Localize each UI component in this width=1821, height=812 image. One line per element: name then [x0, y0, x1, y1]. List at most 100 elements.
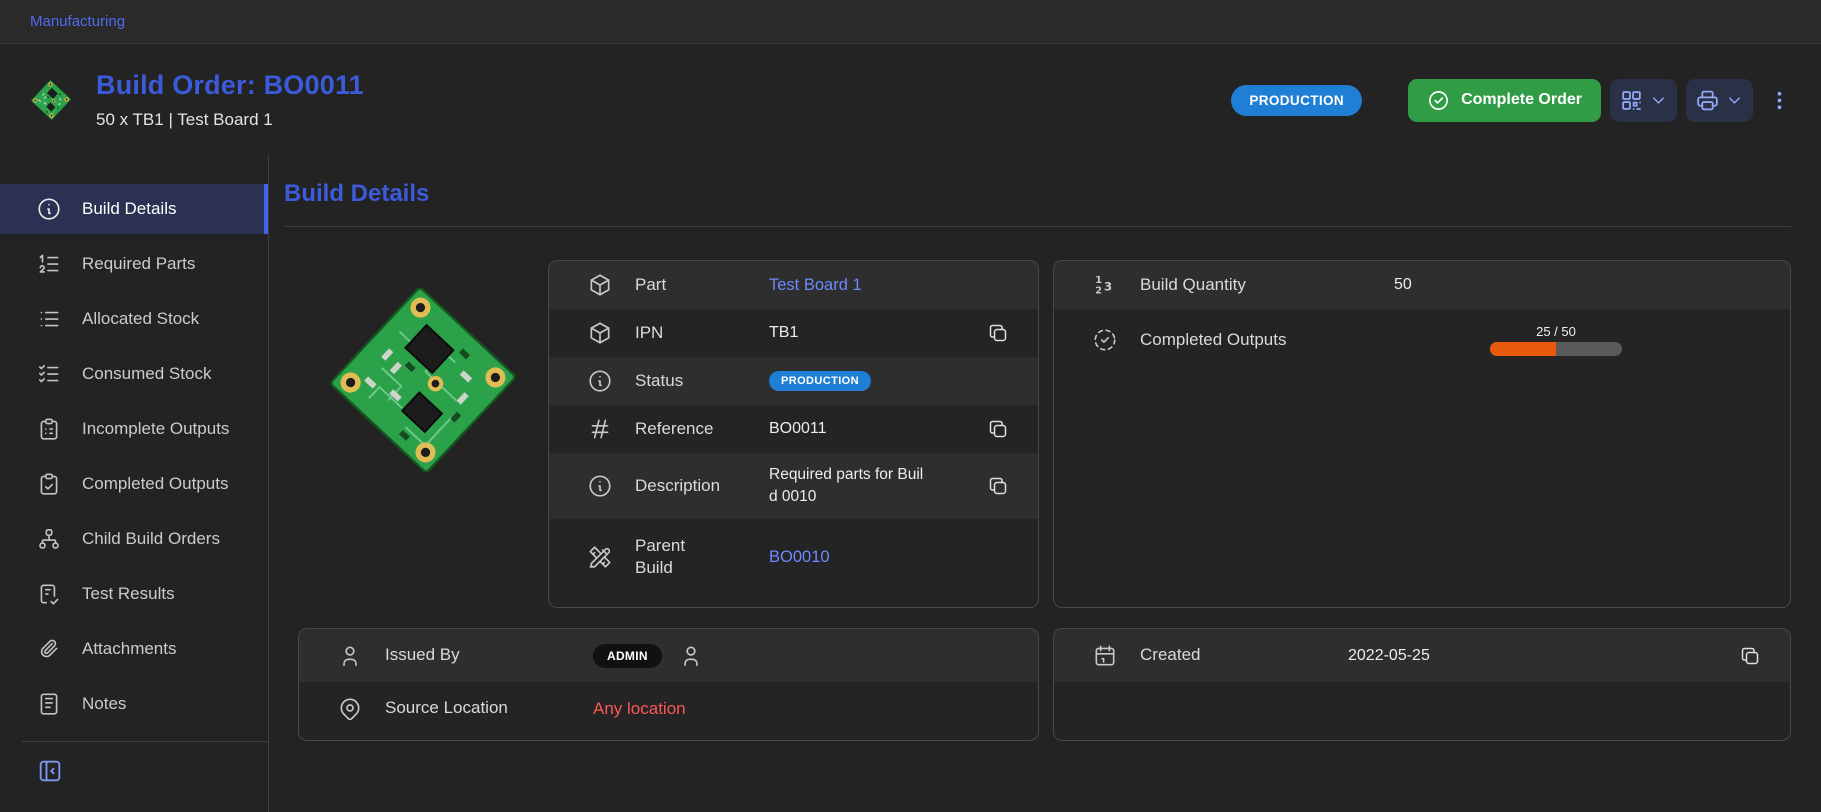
row-label: Part: [635, 274, 769, 296]
clipboard-check-icon: [36, 471, 62, 497]
breadcrumb-link-manufacturing[interactable]: Manufacturing: [30, 13, 125, 30]
row-label: Description: [635, 475, 769, 497]
circle-check-icon: [1427, 89, 1450, 112]
status-badge: PRODUCTION: [1231, 85, 1362, 116]
sidebar-item-incomplete-outputs[interactable]: Incomplete Outputs: [0, 404, 268, 454]
issued-card: Issued By ADMIN Source Location Any loca…: [298, 628, 1039, 741]
sidebar-item-label: Child Build Orders: [82, 529, 220, 549]
clipboard-list-icon: [36, 416, 62, 442]
title-block: Build Order: BO0011 50 x TB1 | Test Boar…: [96, 70, 364, 130]
row-label: Build Quantity: [1140, 274, 1348, 296]
row-label: Status: [635, 370, 769, 392]
info-circle-icon: [587, 368, 613, 394]
reference-value: BO0011: [769, 420, 986, 438]
info-circle-icon: [587, 473, 613, 499]
sidebar-item-completed-outputs[interactable]: Completed Outputs: [0, 459, 268, 509]
sidebar-collapse-icon: [36, 757, 64, 785]
qrcode-icon: [1619, 88, 1644, 113]
table-row-build-quantity: 123 Build Quantity 50: [1054, 261, 1790, 309]
table-row-description: Description Required parts for Buil d 00…: [549, 453, 1038, 519]
description-value: Required parts for Buil d 0010: [769, 464, 986, 509]
table-row-part: Part Test Board 1: [549, 261, 1038, 309]
sidebar-item-test-results[interactable]: Test Results: [0, 569, 268, 619]
part-image-wrap: [298, 260, 548, 608]
page-subtitle: 50 x TB1 | Test Board 1: [96, 110, 364, 130]
table-row-parent-build: Parent Build BO0010: [549, 519, 1038, 595]
table-row-issued-by: Issued By ADMIN: [299, 629, 1038, 682]
copy-button[interactable]: [1738, 644, 1764, 668]
list-icon: [36, 306, 62, 332]
sidebar-item-attachments[interactable]: Attachments: [0, 624, 268, 674]
details-grid: Part Test Board 1 IPN TB1 Status PRODUCT…: [284, 260, 1791, 741]
issued-by-value: ADMIN: [593, 643, 1012, 669]
user-icon: [337, 643, 363, 669]
sidebar-item-notes[interactable]: Notes: [0, 679, 268, 729]
info-circle-icon: [36, 196, 62, 222]
sidebar-item-label: Incomplete Outputs: [82, 419, 229, 439]
progress-bar: [1490, 342, 1622, 356]
copy-icon: [986, 417, 1010, 441]
table-row-reference: Reference BO0011: [549, 405, 1038, 453]
overflow-menu-button[interactable]: [1764, 85, 1795, 116]
copy-button[interactable]: [986, 417, 1012, 441]
sidebar-item-required-parts[interactable]: Required Parts: [0, 239, 268, 289]
copy-icon: [1738, 644, 1762, 668]
row-label: Issued By: [385, 644, 593, 666]
sidebar-item-allocated-stock[interactable]: Allocated Stock: [0, 294, 268, 344]
table-row-status: Status PRODUCTION: [549, 357, 1038, 405]
sidebar-item-child-build-orders[interactable]: Child Build Orders: [0, 514, 268, 564]
dots-vertical-icon: [1767, 88, 1792, 113]
completed-outputs-progress: 25 / 50: [1490, 324, 1622, 356]
build-quantity-value: 50: [1348, 276, 1764, 294]
complete-order-button[interactable]: Complete Order: [1408, 79, 1601, 122]
print-actions-button[interactable]: [1686, 79, 1753, 122]
copy-button[interactable]: [986, 321, 1012, 345]
checklist-icon: [36, 581, 62, 607]
sidebar-item-label: Build Details: [82, 199, 177, 219]
list-numbers-icon: [36, 251, 62, 277]
sidebar-item-label: Required Parts: [82, 254, 195, 274]
chevron-down-icon: [1649, 91, 1668, 110]
page-title: Build Order: BO0011: [96, 70, 364, 101]
status-badge: PRODUCTION: [769, 371, 871, 391]
box-icon: [587, 272, 613, 298]
sidebar-collapse-button[interactable]: [36, 757, 64, 785]
printer-icon: [1695, 88, 1720, 113]
created-value: 2022-05-25: [1348, 647, 1738, 665]
paperclip-icon: [36, 636, 62, 662]
part-link[interactable]: Test Board 1: [769, 276, 862, 294]
table-row-created: Created 2022-05-25: [1054, 629, 1790, 682]
build-details-card: Part Test Board 1 IPN TB1 Status PRODUCT…: [548, 260, 1039, 608]
breadcrumb: Manufacturing: [0, 0, 1821, 44]
progress-check-icon: [1092, 327, 1118, 353]
hierarchy-icon: [36, 526, 62, 552]
svg-text:1: 1: [1095, 275, 1102, 286]
sidebar-item-label: Test Results: [82, 584, 175, 604]
part-thumbnail[interactable]: [26, 75, 76, 125]
sidebar-item-consumed-stock[interactable]: Consumed Stock: [0, 349, 268, 399]
copy-icon: [986, 474, 1010, 498]
source-location-value: Any location: [593, 699, 1012, 719]
tools-icon: [587, 544, 613, 570]
admin-badge: ADMIN: [593, 644, 662, 668]
table-row-ipn: IPN TB1: [549, 309, 1038, 357]
svg-text:2: 2: [1095, 286, 1102, 297]
progress-label: 25 / 50: [1536, 324, 1576, 339]
main-panel: Build Details: [269, 156, 1821, 812]
chevron-down-icon: [1725, 91, 1744, 110]
ipn-value: TB1: [769, 324, 986, 342]
sidebar-item-label: Notes: [82, 694, 126, 714]
row-label: IPN: [635, 322, 769, 344]
heading-divider: [284, 226, 1791, 227]
row-label: Created: [1140, 644, 1348, 666]
row-label: Parent Build: [635, 535, 705, 579]
row-label: Reference: [635, 418, 769, 440]
sidebar-item-build-details[interactable]: Build Details: [0, 184, 268, 234]
panel-heading: Build Details: [284, 180, 1791, 208]
copy-button[interactable]: [986, 474, 1012, 498]
parent-build-link[interactable]: BO0010: [769, 548, 830, 566]
part-image[interactable]: [307, 264, 539, 496]
issued-cell: Issued By ADMIN Source Location Any loca…: [284, 628, 1039, 741]
complete-order-label: Complete Order: [1461, 91, 1582, 109]
qr-actions-button[interactable]: [1610, 79, 1677, 122]
